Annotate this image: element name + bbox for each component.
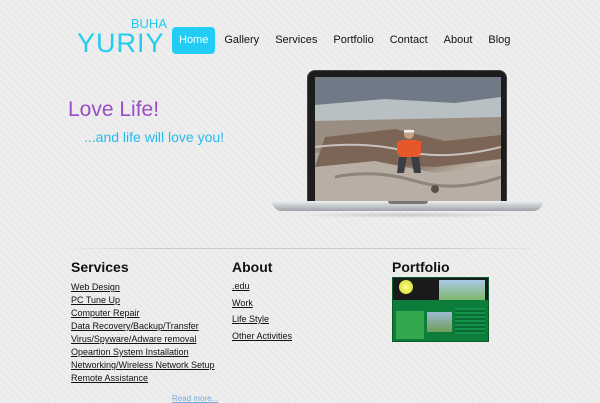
logo-title: YURIY: [77, 28, 165, 58]
thumb-image-block: [427, 312, 452, 332]
about-heading: About: [232, 259, 273, 275]
laptop-shadow: [292, 212, 523, 218]
about-list: .edu Work Life Style Other Activities: [232, 278, 292, 344]
nav-contact[interactable]: Contact: [383, 27, 435, 54]
thumb-field-photo: [439, 280, 485, 300]
service-link-networking[interactable]: Networking/Wireless Network Setup: [71, 359, 215, 372]
service-link-web-design[interactable]: Web Design: [71, 281, 215, 294]
service-link-pc-tune-up[interactable]: PC Tune Up: [71, 294, 215, 307]
laptop-screen-photo: [315, 77, 501, 201]
thumb-text-block: [455, 308, 485, 334]
site-logo[interactable]: BUHA YURIY: [77, 16, 167, 58]
hero-subtagline: ...and life will love you!: [84, 129, 225, 145]
section-divider: [60, 248, 545, 249]
laptop-image: [272, 70, 543, 218]
service-link-computer-repair[interactable]: Computer Repair: [71, 307, 215, 320]
service-link-os-installation[interactable]: Opeartion System Installation: [71, 346, 215, 359]
services-list: Web Design PC Tune Up Computer Repair Da…: [71, 281, 215, 385]
nav-blog[interactable]: Blog: [481, 27, 517, 54]
nav-home[interactable]: Home: [172, 27, 216, 54]
about-link-life-style[interactable]: Life Style: [232, 311, 292, 328]
nav-portfolio[interactable]: Portfolio: [326, 27, 380, 54]
thumb-menu-block: [396, 311, 424, 339]
services-heading: Services: [71, 259, 129, 275]
services-more-link[interactable]: Read more...: [172, 394, 218, 403]
service-link-remote-assistance[interactable]: Remote Assistance: [71, 372, 215, 385]
portfolio-heading: Portfolio: [392, 259, 450, 275]
about-link-work[interactable]: Work: [232, 295, 292, 312]
nav-about[interactable]: About: [437, 27, 480, 54]
portfolio-thumbnail[interactable]: [392, 277, 489, 342]
river-photo: [315, 77, 501, 201]
nav-services[interactable]: Services: [268, 27, 324, 54]
about-link-other-activities[interactable]: Other Activities: [232, 328, 292, 345]
service-link-virus-removal[interactable]: Virus/Spyware/Adware removal: [71, 333, 215, 346]
nav-gallery[interactable]: Gallery: [217, 27, 266, 54]
main-nav: Home Gallery Services Portfolio Contact …: [172, 27, 519, 54]
service-link-data-recovery[interactable]: Data Recovery/Backup/Transfer: [71, 320, 215, 333]
laptop-notch: [388, 201, 428, 204]
laptop-lid: [307, 70, 507, 202]
thumb-sun-logo: [399, 280, 413, 294]
about-link-edu[interactable]: .edu: [232, 278, 292, 295]
hero-tagline: Love Life!: [68, 98, 160, 121]
